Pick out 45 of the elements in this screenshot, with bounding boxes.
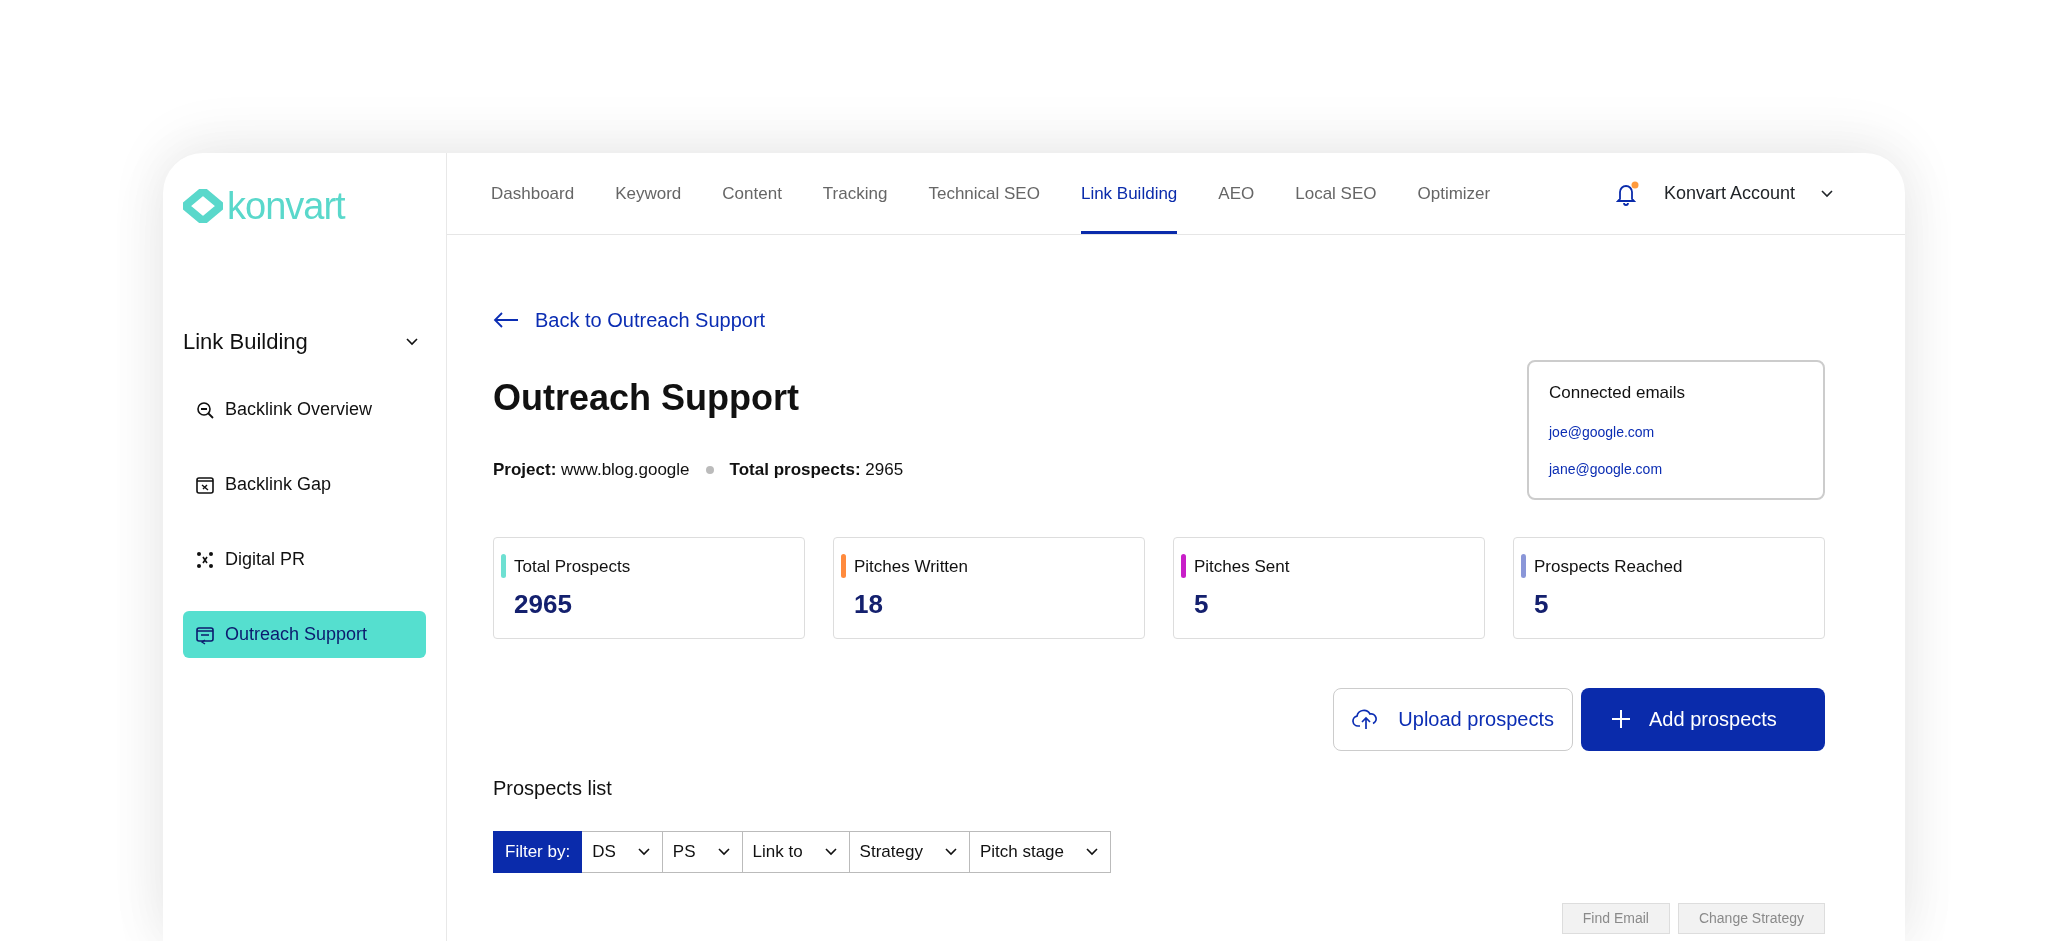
section-heading: Prospects list — [493, 775, 613, 801]
logo-diamond-icon — [183, 189, 223, 223]
separator-dot — [705, 465, 714, 474]
email-link[interactable]: jane@google.com — [1549, 458, 1803, 480]
filter-dropdown[interactable]: DS — [582, 830, 663, 873]
nav-tab[interactable]: Content — [722, 153, 782, 234]
filter-dropdown[interactable]: PS — [662, 830, 743, 873]
nav-tab[interactable]: AEO — [1218, 153, 1255, 234]
nav-tab[interactable]: Optimizer — [1417, 153, 1491, 234]
plus-icon — [1611, 709, 1631, 729]
back-link[interactable]: Back to Outreach Support — [493, 305, 766, 335]
arrow-left-icon — [493, 311, 519, 329]
stat-label: Prospects Reached — [1534, 555, 1684, 578]
stat-label: Pitches Sent — [1194, 555, 1291, 578]
email-link[interactable]: joe@google.com — [1549, 421, 1803, 443]
nav-tab[interactable]: Dashboard — [491, 153, 575, 234]
stat-value: 18 — [854, 588, 884, 621]
logo-wordmark: konvart — [227, 187, 345, 225]
add-button[interactable]: Add prospects — [1581, 687, 1825, 751]
meta-text: Project: www.blog.google — [493, 459, 690, 482]
meta-text: Total prospects: 2965 — [729, 459, 904, 482]
panel-title: Connected emails — [1549, 382, 1687, 404]
sidebar-item[interactable]: Backlink Overview — [183, 386, 426, 433]
filter-label: Filter by: — [493, 830, 583, 873]
nav-tab[interactable]: Tracking — [822, 153, 888, 234]
sidebar-item[interactable]: Digital PR — [183, 536, 426, 583]
sidebar-item[interactable]: Backlink Gap — [183, 461, 426, 508]
filter-dropdown[interactable]: Link to — [742, 830, 850, 873]
account-menu[interactable]: Konvart Account — [1663, 180, 1835, 207]
section-title: Link Building — [183, 328, 308, 356]
upload-button[interactable]: Upload prospects — [1333, 687, 1573, 751]
nav-tab[interactable]: Link Building — [1080, 153, 1178, 234]
nav-tab[interactable]: Local SEO — [1295, 153, 1377, 234]
nav-tab[interactable]: Technical SEO — [928, 153, 1040, 234]
filter-dropdown[interactable]: Strategy — [849, 830, 970, 873]
nav-tab[interactable]: Keyword — [615, 153, 682, 234]
notification-bell-icon[interactable] — [1613, 180, 1640, 207]
stat-value: 5 — [1534, 588, 1550, 621]
page-title: Outreach Support — [493, 376, 801, 420]
stat-value: 2965 — [514, 588, 573, 621]
sidebar-item[interactable]: Outreach Support — [183, 611, 426, 658]
filter-dropdown[interactable]: Pitch stage — [969, 830, 1111, 873]
stat-value: 5 — [1194, 588, 1210, 621]
stat-label: Total Prospects — [514, 555, 632, 578]
stat-label: Pitches Written — [854, 555, 969, 578]
